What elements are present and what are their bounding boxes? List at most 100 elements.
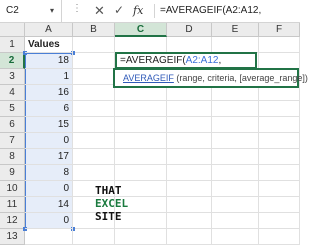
cell-a11[interactable]: 14 [25,197,73,213]
logo-line-3: SITE [95,210,122,223]
row-header-3[interactable]: 3 [0,69,25,85]
tooltip-function-link[interactable]: AVERAGEIF [123,73,174,83]
column-header-d[interactable]: D [167,23,212,37]
row-header-12[interactable]: 12 [0,213,25,229]
formula-input[interactable]: =AVERAGEIF(A2:A12, [160,5,261,16]
formula-bar: C2 ▾ ⋮ ✕ ✓ fx =AVERAGEIF(A2:A12, [0,0,300,23]
cell-a2[interactable]: 18 [25,53,73,69]
empty-cell[interactable] [73,101,115,117]
empty-cell[interactable] [212,101,259,117]
row-header-9[interactable]: 9 [0,165,25,181]
empty-cell[interactable] [167,133,212,149]
empty-cell[interactable] [167,229,212,245]
cell-a9[interactable]: 8 [25,165,73,181]
empty-cell[interactable] [115,37,167,53]
empty-cell[interactable] [73,229,115,245]
empty-cell[interactable] [259,181,300,197]
column-header-e[interactable]: E [212,23,259,37]
edit-formula-function: =AVERAGEIF( [120,55,186,66]
empty-cell[interactable] [212,37,259,53]
column-header-a[interactable]: A [25,23,73,37]
empty-cell[interactable] [167,101,212,117]
cell-a6[interactable]: 15 [25,117,73,133]
row-header-4[interactable]: 4 [0,85,25,101]
row-header-10[interactable]: 10 [0,181,25,197]
row-header-8[interactable]: 8 [0,149,25,165]
row-header-2[interactable]: 2 [0,53,25,69]
empty-cell[interactable] [259,133,300,149]
empty-cell[interactable] [115,101,167,117]
empty-cell[interactable] [73,149,115,165]
more-options-icon: ⋮ [72,3,82,14]
cell-a3[interactable]: 1 [25,69,73,85]
empty-cell[interactable] [212,149,259,165]
row-header-6[interactable]: 6 [0,117,25,133]
name-box-value: C2 [6,5,19,16]
cell-a7[interactable]: 0 [25,133,73,149]
cell-a5[interactable]: 6 [25,101,73,117]
empty-cell[interactable] [167,149,212,165]
empty-cell[interactable] [73,53,115,69]
empty-cell[interactable] [73,133,115,149]
insert-function-icon[interactable]: fx [133,4,143,17]
empty-cell[interactable] [212,117,259,133]
select-all-corner[interactable] [0,23,25,37]
cell-a4[interactable]: 16 [25,85,73,101]
enter-icon[interactable]: ✓ [114,3,124,17]
edit-formula-range-ref: A2:A12 [185,55,219,66]
logo-line-2: EXCEL [95,197,129,210]
empty-cell[interactable] [167,165,212,181]
row-header-13[interactable]: 13 [0,229,25,245]
empty-cell[interactable] [259,197,300,213]
empty-cell[interactable] [259,37,300,53]
empty-cell[interactable] [259,53,300,69]
empty-cell[interactable] [212,133,259,149]
function-argument-tooltip: AVERAGEIF (range, criteria, [average_ran… [113,68,308,88]
empty-cell[interactable] [259,101,300,117]
empty-cell[interactable] [212,181,259,197]
empty-cell[interactable] [115,149,167,165]
empty-cell[interactable] [259,213,300,229]
empty-cell[interactable] [73,37,115,53]
formula-bar-divider [154,4,155,18]
empty-cell[interactable] [167,181,212,197]
empty-cell[interactable] [212,229,259,245]
empty-cell[interactable] [259,117,300,133]
empty-cell[interactable] [259,149,300,165]
empty-cell[interactable] [167,213,212,229]
empty-cell[interactable] [212,165,259,181]
chevron-down-icon[interactable]: ▾ [50,6,54,15]
empty-cell[interactable] [259,229,300,245]
empty-cell[interactable] [167,117,212,133]
empty-cell[interactable] [115,117,167,133]
empty-cell[interactable] [212,197,259,213]
empty-cell[interactable] [167,37,212,53]
column-header-b[interactable]: B [73,23,115,37]
empty-cell[interactable] [115,229,167,245]
row-header-7[interactable]: 7 [0,133,25,149]
cell-a10[interactable]: 0 [25,181,73,197]
active-cell-editor[interactable]: =AVERAGEIF(A2:A12, [115,52,257,69]
cell-a1-header[interactable]: Values [25,37,73,53]
cell-a12[interactable]: 0 [25,213,73,229]
empty-cell[interactable] [115,133,167,149]
cell-a13[interactable] [25,229,73,245]
column-header-c[interactable]: C [115,23,167,37]
row-header-5[interactable]: 5 [0,101,25,117]
empty-cell[interactable] [73,85,115,101]
cancel-icon[interactable]: ✕ [94,3,105,19]
row-header-11[interactable]: 11 [0,197,25,213]
tooltip-arguments: (range, criteria, [average_range]) [173,73,308,83]
empty-cell[interactable] [167,197,212,213]
cell-a8[interactable]: 17 [25,149,73,165]
logo-line-1: THAT [95,184,122,197]
empty-cell[interactable] [115,165,167,181]
empty-cell[interactable] [73,165,115,181]
empty-cell[interactable] [212,213,259,229]
empty-cell[interactable] [73,69,115,85]
edit-formula-tail: , [218,55,222,66]
row-header-1[interactable]: 1 [0,37,25,53]
empty-cell[interactable] [259,165,300,181]
empty-cell[interactable] [73,117,115,133]
column-header-f[interactable]: F [259,23,300,37]
